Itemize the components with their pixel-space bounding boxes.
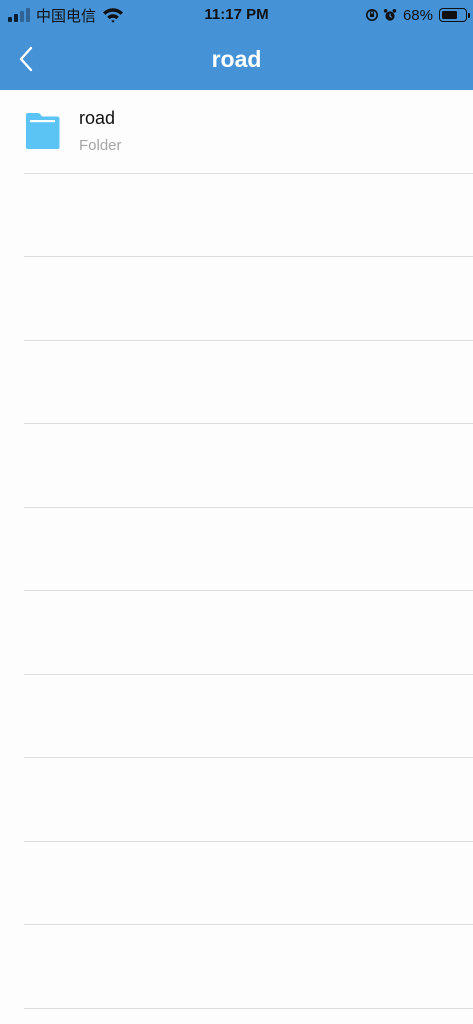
file-name: road: [79, 108, 116, 128]
battery-percent: 68%: [402, 6, 433, 24]
battery-icon: [439, 8, 470, 22]
folder-icon: [26, 113, 60, 149]
orientation-lock-icon: [365, 9, 378, 21]
empty-list-row: [0, 675, 473, 759]
list-item-folder[interactable]: road Folder: [0, 90, 473, 174]
empty-list-row: [0, 257, 473, 341]
file-list: road Folder: [0, 90, 473, 1009]
empty-list-row: [0, 591, 473, 675]
navigation-bar: road: [0, 32, 473, 88]
status-bar-right: 68%: [365, 5, 470, 25]
empty-list-row: [0, 925, 473, 1009]
empty-list-row: [0, 341, 473, 425]
file-type: Folder: [79, 137, 122, 154]
empty-list-row: [0, 758, 473, 842]
alarm-clock-icon: [383, 9, 397, 21]
page-title: road: [211, 46, 262, 72]
status-bar: 中国电信 11:17 PM 68%: [0, 0, 473, 32]
empty-list-row: [0, 174, 473, 258]
battery-level: [442, 11, 457, 19]
empty-list-row: [0, 424, 473, 508]
empty-list-row: [0, 842, 473, 926]
app-header: 中国电信 11:17 PM 68% road: [0, 0, 473, 90]
empty-list-row: [0, 508, 473, 592]
